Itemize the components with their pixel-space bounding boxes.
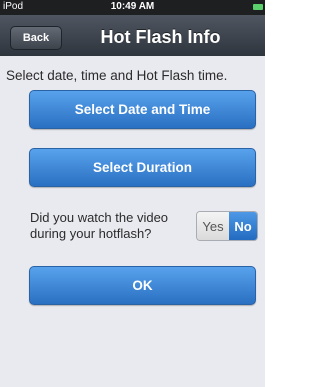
content-area: Select date, time and Hot Flash time. Se… [0,56,265,387]
toggle-no-option[interactable]: No [229,212,257,240]
toggle-yes-option[interactable]: Yes [197,212,229,240]
back-button[interactable]: Back [10,26,62,50]
battery-icon [253,4,263,10]
app-screen: iPod 10:49 AM Back Hot Flash Info Select… [0,0,265,387]
nav-bar: Back Hot Flash Info [0,15,265,57]
page-title: Hot Flash Info [100,27,221,47]
select-duration-button[interactable]: Select Duration [29,148,256,187]
status-bar: iPod 10:49 AM [0,0,265,15]
status-time: 10:49 AM [110,1,155,12]
instruction-text: Select date, time and Hot Flash time. [6,68,228,83]
select-date-time-button[interactable]: Select Date and Time [29,90,256,129]
ok-button[interactable]: OK [29,266,256,305]
video-question-label: Did you watch the video during your hotf… [30,210,169,241]
video-watched-toggle[interactable]: Yes No [196,211,258,241]
